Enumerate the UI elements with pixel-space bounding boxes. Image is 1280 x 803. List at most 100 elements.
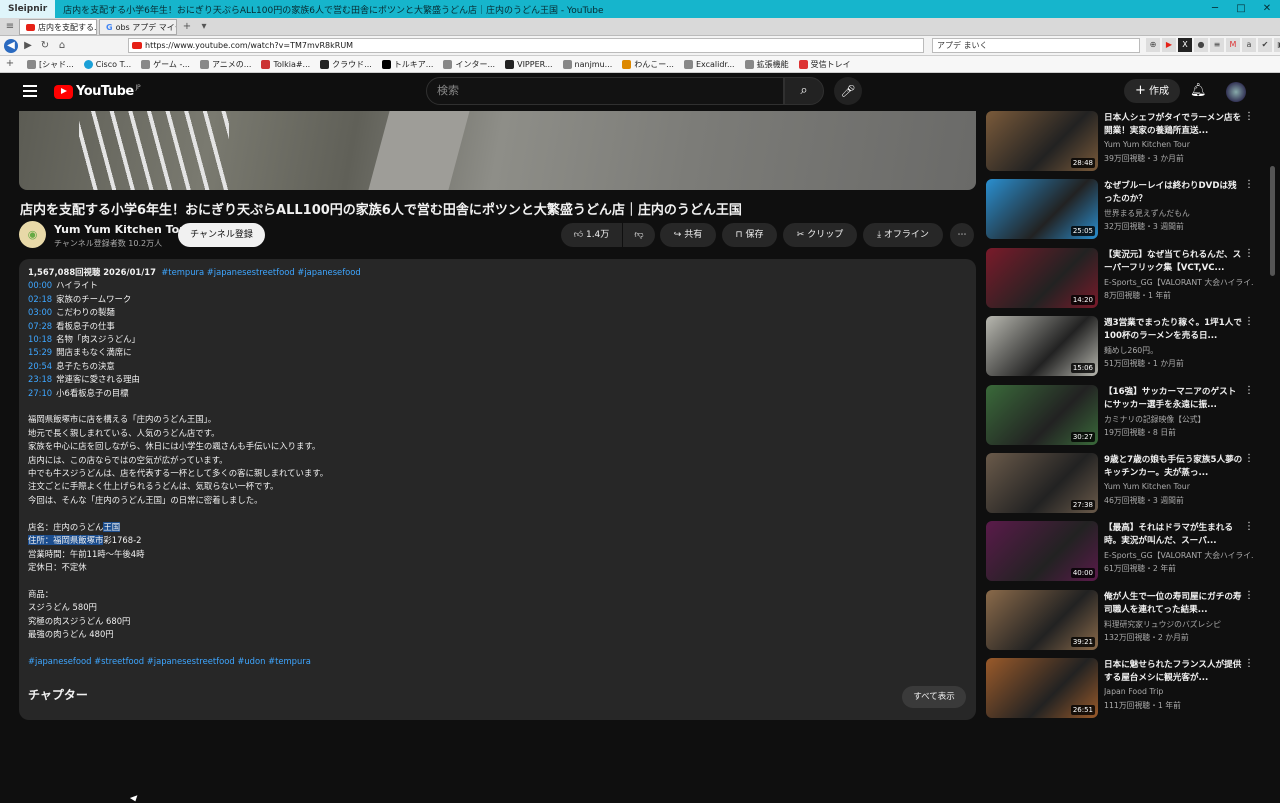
- recommended-title[interactable]: なぜブルーレイは終わりDVDは残ったのか？: [1104, 180, 1244, 206]
- share-button[interactable]: ↪ 共有: [660, 223, 716, 247]
- bookmark-item[interactable]: 拡張機能: [744, 59, 789, 70]
- more-vert-icon[interactable]: ⋮: [1244, 316, 1254, 327]
- more-vert-icon[interactable]: ⋮: [1244, 658, 1254, 669]
- recommended-video[interactable]: 14:20 【実況元】なぜ当てられるんだ、スーパーフリック集【VCT,VC... E…: [986, 247, 1266, 312]
- bookmark-item[interactable]: 受信トレイ: [798, 59, 851, 70]
- recommended-channel[interactable]: 麺めし260円。: [1104, 345, 1254, 356]
- add-bookmark-icon[interactable]: +: [3, 57, 17, 71]
- show-all-button[interactable]: すべて表示: [902, 686, 966, 708]
- video-thumbnail[interactable]: 25:05: [986, 179, 1098, 240]
- chapter-timestamp[interactable]: 20:54: [28, 361, 52, 371]
- url-field[interactable]: https://www.youtube.com/watch?v=TM7mvR8k…: [128, 38, 924, 53]
- extension-icon[interactable]: ≡: [1210, 38, 1224, 52]
- more-vert-icon[interactable]: ⋮: [1244, 453, 1254, 464]
- bookmark-item[interactable]: [シャド...: [27, 59, 74, 70]
- tab-youtube[interactable]: 店内を支配する...: [19, 18, 97, 35]
- offline-button[interactable]: ⤓ オフライン: [863, 223, 943, 247]
- bookmark-item[interactable]: ゲーム -...: [141, 59, 190, 70]
- x-icon[interactable]: X: [1178, 38, 1192, 52]
- bookmark-item[interactable]: VIPPER...: [505, 59, 553, 69]
- recommended-video[interactable]: 28:48 日本人シェフがタイでラーメン店を開業！実家の養鶏所直送... Yum Y…: [986, 111, 1266, 175]
- recommended-title[interactable]: 週3営業でまったり稼ぐ。1坪1人で100杯のラーメンを売る日...: [1104, 317, 1244, 343]
- recommended-video[interactable]: 25:05 なぜブルーレイは終わりDVDは残ったのか？ 世界まる見えずんだもん 32万…: [986, 179, 1266, 243]
- recommended-video[interactable]: 40:00 【最高】それはドラマが生まれる時。実況が叫んだ、スーパ... E-Spo…: [986, 521, 1266, 585]
- chapter-timestamp[interactable]: 02:18: [28, 294, 52, 304]
- video-thumbnail[interactable]: 30:27: [986, 384, 1098, 445]
- notifications-icon[interactable]: 🔔︎: [1190, 83, 1207, 98]
- home-icon[interactable]: ⌂: [55, 39, 69, 53]
- save-button[interactable]: ⊓ 保存: [722, 223, 777, 247]
- extension-icon[interactable]: ⊕: [1146, 38, 1160, 52]
- close-icon[interactable]: ✕: [1254, 0, 1280, 18]
- more-vert-icon[interactable]: ⋮: [1244, 248, 1254, 259]
- recommended-video[interactable]: 26:51 日本に魅せられたフランス人が提供する屋台メシに観光客が... Japan…: [986, 658, 1266, 720]
- more-vert-icon[interactable]: ⋮: [1244, 179, 1254, 190]
- video-thumbnail[interactable]: 15:06: [986, 316, 1098, 377]
- recommended-video[interactable]: 30:27 【16強】サッカーマニアのゲストにサッカー選手を永遠に振... カミナリ…: [986, 384, 1266, 449]
- search-button[interactable]: ⌕: [784, 77, 824, 105]
- bookmark-item[interactable]: nanjmu...: [562, 59, 612, 69]
- recommended-channel[interactable]: E-Sports_GG【VALORANT 大会ハイライ...: [1104, 550, 1254, 561]
- more-vert-icon[interactable]: ⋮: [1244, 385, 1254, 396]
- bookmark-item[interactable]: アニメの...: [199, 59, 251, 70]
- video-thumbnail[interactable]: 27:38: [986, 453, 1098, 513]
- recommended-title[interactable]: 日本人シェフがタイでラーメン店を開業！実家の養鶏所直送...: [1104, 112, 1244, 138]
- recommended-channel[interactable]: 料理研究家リュウジのバズレシピ: [1104, 619, 1254, 630]
- bookmark-item[interactable]: トルキア...: [381, 59, 433, 70]
- back-icon[interactable]: ◀: [4, 38, 18, 53]
- recommended-channel[interactable]: 世界まる見えずんだもん: [1104, 208, 1254, 219]
- more-vert-icon[interactable]: ⋮: [1244, 111, 1254, 122]
- recommended-title[interactable]: 9歳と7歳の娘も手伝う家族5人夢のキッチンカー。夫が蒸っ...: [1104, 454, 1244, 480]
- extension-icon[interactable]: ▣: [1274, 38, 1280, 52]
- extension-icon[interactable]: ●: [1194, 38, 1208, 52]
- recommended-title[interactable]: 俺が人生で一位の寿司屋にガチの寿司職人を連れてった結果...: [1104, 591, 1244, 617]
- more-vert-icon[interactable]: ⋮: [1244, 521, 1254, 532]
- chapter-timestamp[interactable]: 27:10: [28, 388, 52, 398]
- recommended-channel[interactable]: Japan Food Trip: [1104, 687, 1254, 696]
- video-thumbnail[interactable]: 26:51: [986, 658, 1098, 719]
- video-thumbnail[interactable]: 28:48: [986, 111, 1098, 171]
- chapter-timestamp[interactable]: 00:00: [28, 280, 52, 290]
- new-tab-icon[interactable]: +: [180, 20, 194, 34]
- reload-icon[interactable]: ↻: [38, 39, 52, 53]
- chapter-timestamp[interactable]: 15:29: [28, 347, 52, 357]
- amazon-icon[interactable]: a: [1242, 38, 1256, 52]
- recommended-channel[interactable]: Yum Yum Kitchen Tour: [1104, 140, 1254, 149]
- recommended-title[interactable]: 日本に魅せられたフランス人が提供する屋台メシに観光客が...: [1104, 659, 1244, 685]
- avatar[interactable]: [1226, 82, 1246, 102]
- bookmark-item[interactable]: Cisco T...: [83, 59, 131, 69]
- chapter-timestamp[interactable]: 10:18: [28, 334, 52, 344]
- recommended-title[interactable]: 【実況元】なぜ当てられるんだ、スーパーフリック集【VCT,VC...: [1104, 249, 1244, 275]
- chapter-timestamp[interactable]: 03:00: [28, 307, 52, 317]
- tab-menu-icon[interactable]: ≡: [3, 20, 17, 34]
- recommended-video[interactable]: 15:06 週3営業でまったり稼ぐ。1坪1人で100杯のラーメンを売る日... 麺め…: [986, 316, 1266, 380]
- bookmark-item[interactable]: Excalidr...: [683, 59, 735, 69]
- app-name[interactable]: Sleipnir: [0, 0, 56, 18]
- bookmark-item[interactable]: インター...: [443, 59, 495, 70]
- hashtags-bottom[interactable]: #japanesefood #streetfood #japanesestree…: [28, 655, 967, 668]
- recommended-channel[interactable]: Yum Yum Kitchen Tour: [1104, 482, 1254, 491]
- hashtags-top[interactable]: #tempura #japanesestreetfood #japanesefo…: [161, 267, 360, 277]
- recommended-channel[interactable]: E-Sports_GG【VALORANT 大会ハイライ...: [1104, 277, 1254, 288]
- search-input[interactable]: 検索: [426, 77, 784, 105]
- recommended-channel[interactable]: カミナリの記録映像【公式】: [1104, 414, 1254, 425]
- menu-icon[interactable]: [23, 85, 37, 97]
- bookmark-item[interactable]: わんこー...: [622, 59, 674, 70]
- chapter-timestamp[interactable]: 23:18: [28, 374, 52, 384]
- create-button[interactable]: + 作成: [1124, 79, 1180, 103]
- video-thumbnail[interactable]: 39:21: [986, 589, 1098, 650]
- more-vert-icon[interactable]: ⋮: [1244, 590, 1254, 601]
- more-actions-button[interactable]: ⋯: [950, 223, 974, 247]
- recommended-video[interactable]: 27:38 9歳と7歳の娘も手伝う家族5人夢のキッチンカー。夫が蒸っ... Yum …: [986, 453, 1266, 517]
- recommended-video[interactable]: 39:21 俺が人生で一位の寿司屋にガチの寿司職人を連れてった結果... 料理研究家…: [986, 589, 1266, 654]
- video-player[interactable]: [19, 111, 976, 190]
- like-button[interactable]: 👍︎ 1.4万: [561, 223, 622, 247]
- tab-google[interactable]: Gobs アプデ マイク...: [99, 18, 177, 35]
- browser-search-input[interactable]: アプデ まいく: [932, 38, 1140, 53]
- bookmark-item[interactable]: Tolkia#...: [261, 59, 310, 69]
- dislike-button[interactable]: 👎︎: [623, 223, 655, 247]
- recommended-title[interactable]: 【最高】それはドラマが生まれる時。実況が叫んだ、スーパ...: [1104, 522, 1244, 548]
- scrollbar-thumb[interactable]: [1270, 166, 1275, 276]
- youtube-logo[interactable]: YouTube JP: [54, 84, 141, 99]
- video-thumbnail[interactable]: 14:20: [986, 247, 1098, 308]
